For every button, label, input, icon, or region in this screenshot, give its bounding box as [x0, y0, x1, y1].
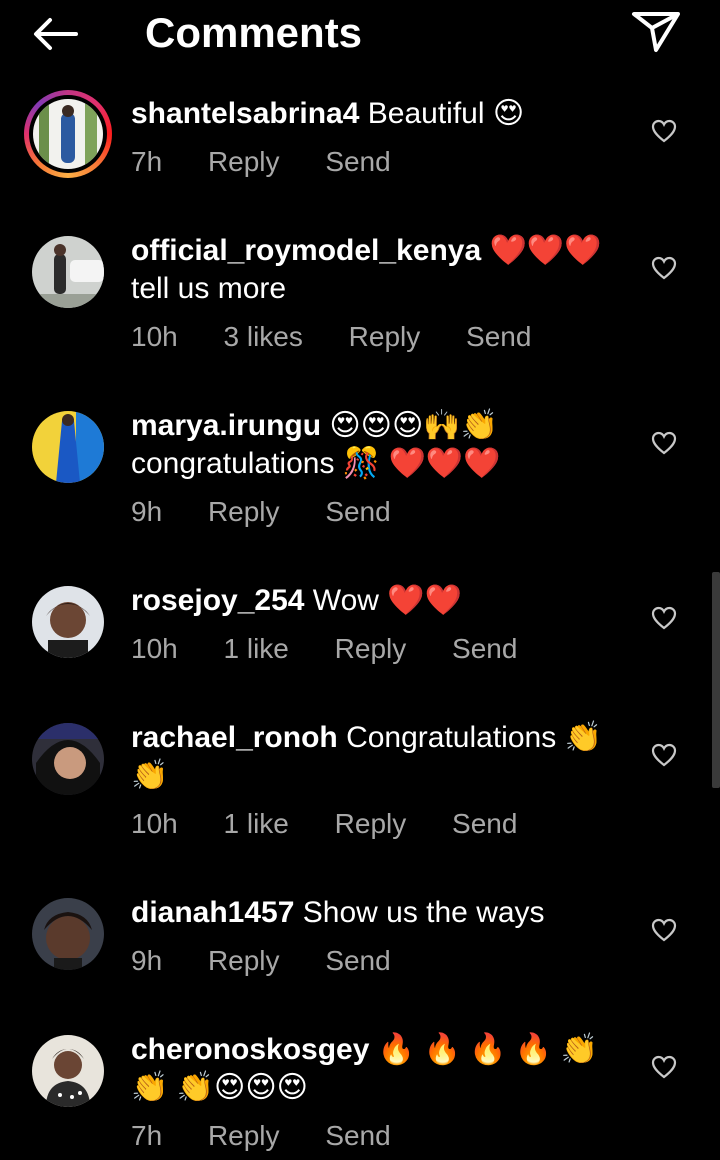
comment-meta: 9h Reply Send	[131, 496, 429, 528]
heart-outline-icon[interactable]	[651, 256, 677, 280]
send-button[interactable]: Send	[452, 808, 517, 839]
comment-time: 7h	[131, 146, 163, 177]
comment-body: rosejoy_254 Wow ❤️❤️	[131, 582, 611, 620]
send-button[interactable]: Send	[325, 146, 390, 177]
comment-body: dianah1457 Show us the ways	[131, 894, 611, 932]
comment-body: rachael_ronoh Congratulations 👏 👏	[131, 719, 611, 795]
comment-time: 10h	[131, 808, 178, 839]
heart-outline-icon[interactable]	[651, 918, 677, 942]
avatar-story-ring[interactable]	[24, 90, 112, 178]
comment-time: 9h	[131, 496, 163, 527]
comment-text: Show us the ways	[302, 896, 545, 929]
comment-time: 10h	[131, 633, 178, 664]
header-bar: Comments	[0, 0, 720, 70]
paper-plane-icon[interactable]	[630, 8, 682, 54]
comment-text: Wow ❤️❤️	[312, 584, 462, 617]
heart-outline-icon[interactable]	[651, 119, 677, 143]
comment-username[interactable]: rosejoy_254	[131, 584, 304, 617]
avatar[interactable]	[32, 723, 104, 795]
send-button[interactable]: Send	[452, 633, 517, 664]
avatar	[33, 99, 103, 169]
reply-button[interactable]: Reply	[335, 808, 407, 839]
comment-meta: 7h Reply Send	[131, 1120, 429, 1152]
send-button[interactable]: Send	[466, 321, 531, 352]
comment-time: 9h	[131, 945, 163, 976]
comment-meta: 10h 3 likes Reply Send	[131, 321, 569, 353]
comment-body: cheronoskosgey 🔥 🔥 🔥 🔥 👏 👏 👏😍😍😍	[131, 1031, 611, 1107]
comment-time: 7h	[131, 1120, 163, 1151]
page-title: Comments	[145, 9, 363, 56]
heart-outline-icon[interactable]	[651, 1055, 677, 1079]
comment-body: shantelsabrina4 Beautiful 😍	[131, 95, 611, 133]
avatar[interactable]	[32, 898, 104, 970]
comment-body: marya.irungu 😍😍😍🙌👏 congratulations 🎊 ❤️❤…	[131, 407, 611, 483]
avatar[interactable]	[32, 1035, 104, 1107]
scrollbar[interactable]	[712, 572, 720, 788]
heart-outline-icon[interactable]	[651, 743, 677, 767]
likes-count[interactable]: 1 like	[224, 808, 289, 839]
comment-meta: 10h 1 like Reply Send	[131, 633, 555, 665]
comment-username[interactable]: dianah1457	[131, 896, 294, 929]
arrow-left-icon[interactable]	[30, 14, 80, 54]
reply-button[interactable]: Reply	[208, 1120, 280, 1151]
heart-outline-icon[interactable]	[651, 606, 677, 630]
send-button[interactable]: Send	[325, 1120, 390, 1151]
comment-username[interactable]: official_roymodel_kenya	[131, 234, 481, 267]
reply-button[interactable]: Reply	[208, 496, 280, 527]
comment-meta: 10h 1 like Reply Send	[131, 808, 555, 840]
reply-button[interactable]: Reply	[208, 146, 280, 177]
avatar[interactable]	[32, 236, 104, 308]
comment-meta: 9h Reply Send	[131, 945, 429, 977]
comment-username[interactable]: cheronoskosgey	[131, 1033, 369, 1066]
comment-text: Beautiful 😍	[367, 97, 525, 130]
avatar[interactable]	[32, 411, 104, 483]
likes-count[interactable]: 1 like	[224, 633, 289, 664]
comment-body: official_roymodel_kenya ❤️❤️❤️ tell us m…	[131, 232, 611, 308]
reply-button[interactable]: Reply	[335, 633, 407, 664]
comment-username[interactable]: shantelsabrina4	[131, 97, 359, 130]
heart-outline-icon[interactable]	[651, 431, 677, 455]
reply-button[interactable]: Reply	[349, 321, 421, 352]
send-button[interactable]: Send	[325, 496, 390, 527]
comment-username[interactable]: rachael_ronoh	[131, 721, 338, 754]
comment-time: 10h	[131, 321, 178, 352]
send-button[interactable]: Send	[325, 945, 390, 976]
likes-count[interactable]: 3 likes	[224, 321, 303, 352]
comment-username[interactable]: marya.irungu	[131, 409, 321, 442]
comment-meta: 7h Reply Send	[131, 146, 429, 178]
avatar[interactable]	[32, 586, 104, 658]
reply-button[interactable]: Reply	[208, 945, 280, 976]
